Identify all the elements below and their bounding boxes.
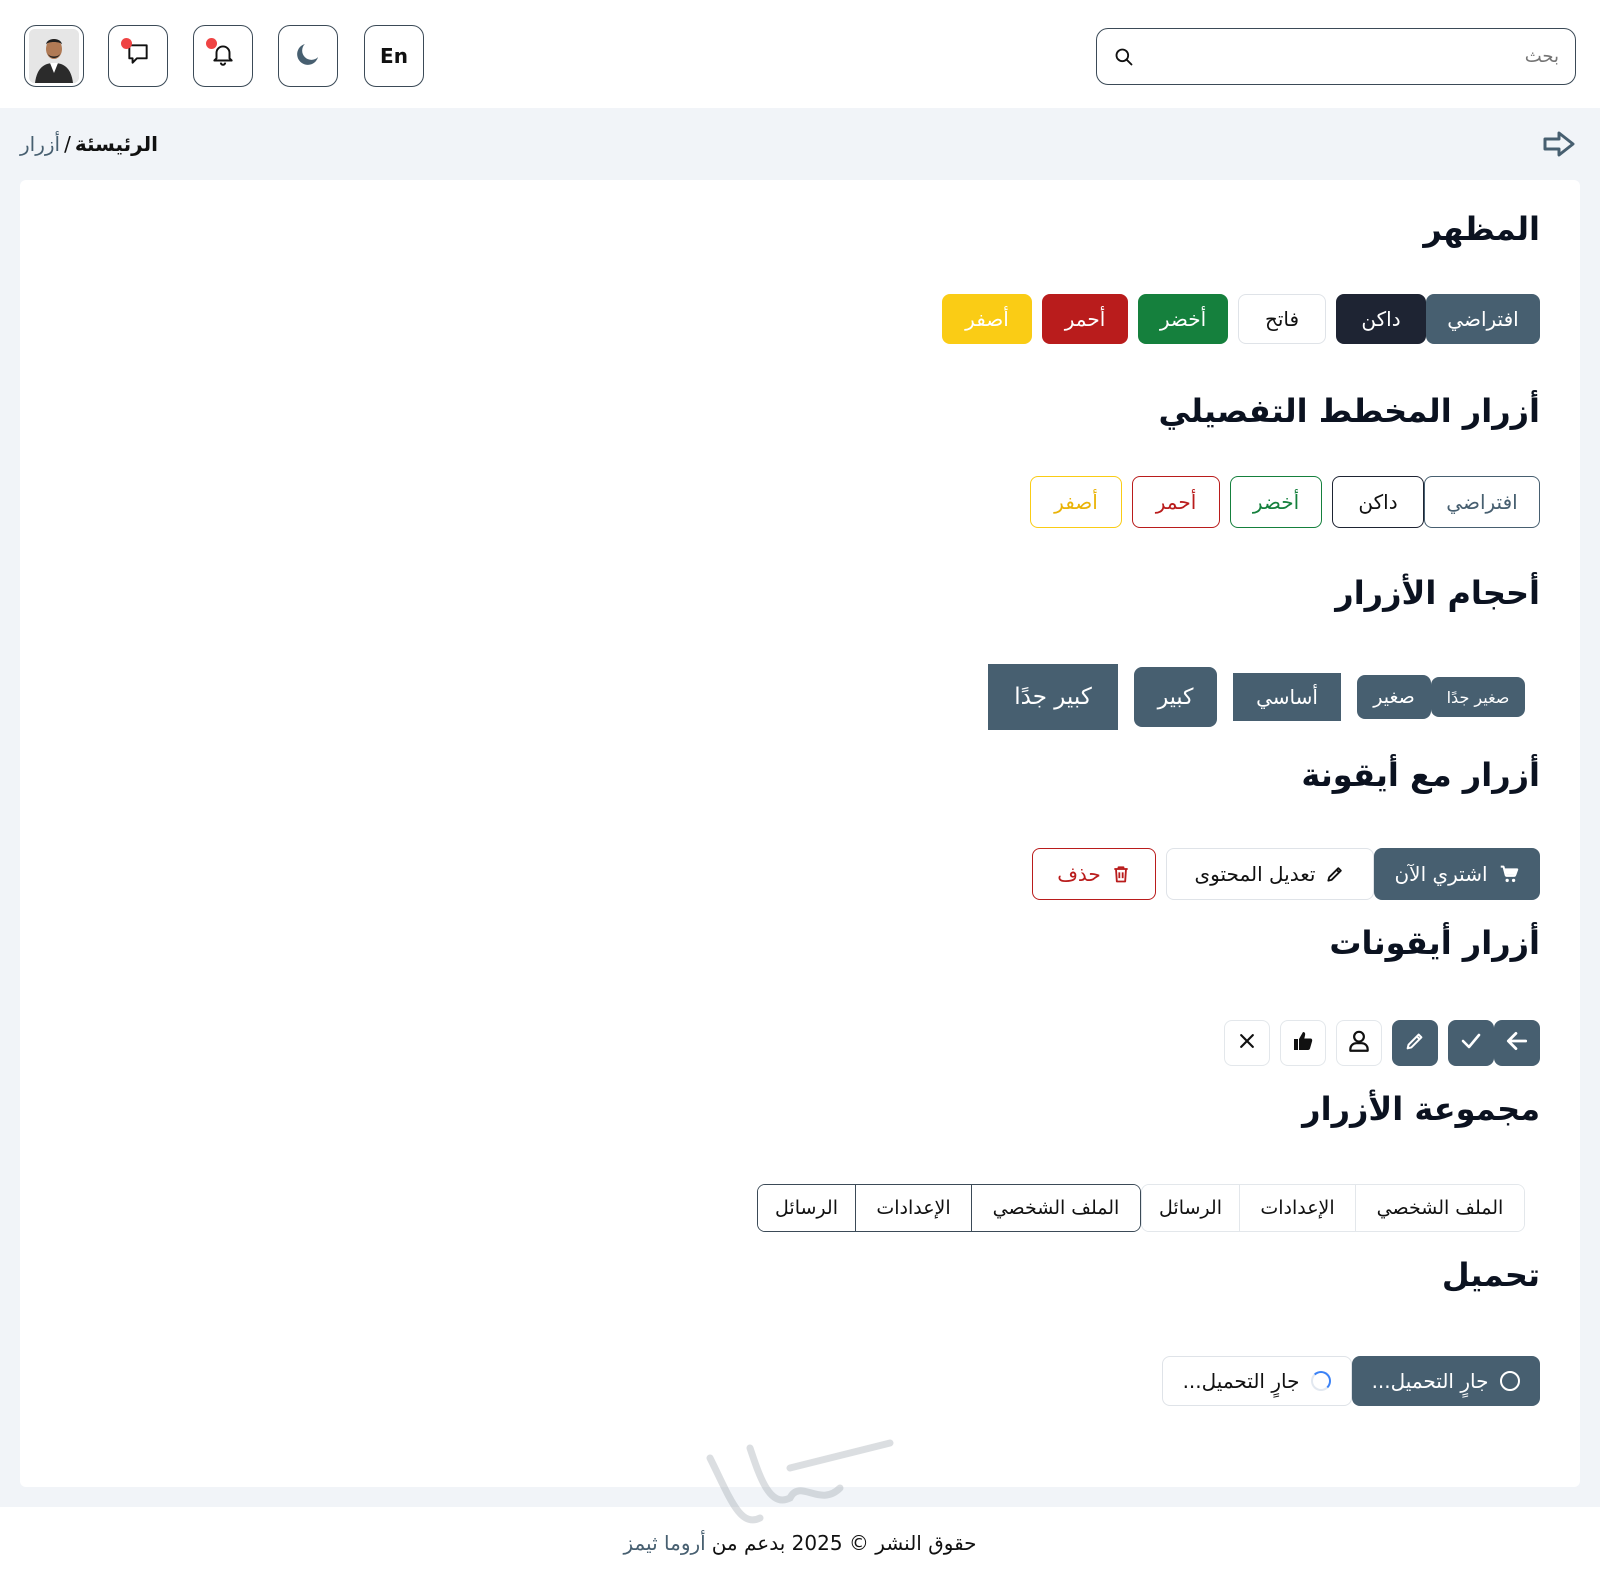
- delete-button[interactable]: حذف: [1032, 848, 1156, 900]
- breadcrumb-home[interactable]: الرئيسئة: [75, 132, 158, 156]
- spinner-icon: [1311, 1371, 1332, 1391]
- check-button[interactable]: [1448, 1020, 1494, 1066]
- user-button[interactable]: [1336, 1020, 1382, 1066]
- group-light-messages[interactable]: الرسائل: [1142, 1185, 1240, 1231]
- user-menu-button[interactable]: [24, 25, 84, 87]
- outline-default-button[interactable]: افتراضي: [1424, 476, 1540, 528]
- loading-button-light[interactable]: جارٍ التحميل...: [1162, 1356, 1352, 1406]
- notification-dot: [206, 38, 217, 49]
- loading-label-light: جارٍ التحميل...: [1182, 1369, 1300, 1393]
- green-button[interactable]: أخضر: [1138, 294, 1228, 344]
- red-button[interactable]: أحمر: [1042, 294, 1128, 344]
- edit-button[interactable]: [1392, 1020, 1438, 1066]
- spinner-icon: [1500, 1371, 1521, 1391]
- theme-toggle-button[interactable]: [278, 25, 338, 87]
- user-icon: [1346, 1028, 1372, 1058]
- base-button[interactable]: أساسي: [1233, 673, 1341, 721]
- edit-content-button[interactable]: تعديل المحتوى: [1166, 848, 1374, 900]
- breadcrumb: الرئيسئة/أزرار: [20, 132, 158, 156]
- close-button[interactable]: [1224, 1020, 1270, 1066]
- section-title-icon-buttons: أزرار أيقونات: [1329, 924, 1540, 962]
- icon-buttons-row: [1214, 1020, 1540, 1066]
- pencil-icon: [1325, 864, 1345, 884]
- check-icon: [1459, 1029, 1483, 1057]
- messages-button[interactable]: [108, 25, 168, 87]
- loading-button-filled[interactable]: جارٍ التحميل...: [1352, 1356, 1540, 1406]
- cart-icon: [1498, 863, 1520, 885]
- watermark-logo: [706, 1439, 894, 1524]
- outline-dark-button[interactable]: داكن: [1332, 476, 1424, 528]
- outline-yellow-button[interactable]: أصفر: [1030, 476, 1122, 528]
- yellow-button[interactable]: أصفر: [942, 294, 1032, 344]
- button-group-light: الملف الشخصي الإعدادات الرسائل: [1141, 1184, 1525, 1232]
- sizes-row: صغير جدًا صغير أساسي كبير كبير جدًا: [973, 664, 1525, 730]
- buy-now-button[interactable]: اشتري الآن: [1374, 848, 1540, 900]
- sm-button[interactable]: صغير: [1357, 675, 1431, 719]
- group-dark-profile[interactable]: الملف الشخصي: [972, 1185, 1140, 1231]
- notifications-button[interactable]: [193, 25, 253, 87]
- trash-icon: [1111, 863, 1131, 885]
- arrow-left-icon: [1504, 1028, 1530, 1058]
- arrow-left-button[interactable]: [1494, 1020, 1540, 1066]
- outline-red-button[interactable]: أحمر: [1132, 476, 1220, 528]
- avatar: [29, 29, 79, 83]
- search-box[interactable]: [1096, 28, 1576, 85]
- group-light-profile[interactable]: الملف الشخصي: [1356, 1185, 1524, 1231]
- search-input[interactable]: [1147, 36, 1559, 77]
- group-dark-messages[interactable]: الرسائل: [758, 1185, 856, 1231]
- dark-button[interactable]: داكن: [1336, 294, 1426, 344]
- button-groups-row: الملف الشخصي الإعدادات الرسائل الملف الش…: [743, 1184, 1525, 1232]
- edit-content-label: تعديل المحتوى: [1194, 862, 1316, 886]
- back-button[interactable]: [1542, 128, 1578, 164]
- arrow-right-icon: [1543, 129, 1577, 163]
- section-title-appearance: المظهر: [1423, 210, 1540, 248]
- icon-text-row: اشتري الآن تعديل المحتوى حذف: [1022, 848, 1540, 900]
- search-icon: [1113, 46, 1135, 68]
- delete-label: حذف: [1057, 862, 1101, 886]
- button-group-dark: الملف الشخصي الإعدادات الرسائل: [757, 1184, 1141, 1232]
- top-bar: En: [0, 0, 1600, 108]
- breadcrumb-separator: /: [64, 132, 71, 156]
- section-title-outline: أزرار المخطط التفصيلي: [1158, 392, 1540, 430]
- section-title-loading: تحميل: [1441, 1256, 1540, 1294]
- message-dot: [121, 38, 132, 49]
- breadcrumb-row: الرئيسئة/أزرار: [20, 128, 1580, 164]
- default-button[interactable]: افتراضي: [1426, 294, 1540, 344]
- section-title-group: مجموعة الأزرار: [1302, 1090, 1540, 1128]
- thumbs-up-icon: [1291, 1029, 1315, 1057]
- section-title-sizes: أحجام الأزرار: [1335, 574, 1540, 612]
- moon-icon: [293, 39, 323, 73]
- outline-row: افتراضي داكن أخضر أحمر أصفر: [1020, 476, 1540, 528]
- lg-button[interactable]: كبير: [1134, 667, 1217, 727]
- content-card: المظهر افتراضي داكن فاتح أخضر أحمر أصفر …: [20, 180, 1580, 1487]
- group-light-settings[interactable]: الإعدادات: [1240, 1185, 1356, 1231]
- xl-button[interactable]: كبير جدًا: [988, 664, 1118, 730]
- buy-now-label: اشتري الآن: [1394, 862, 1488, 886]
- section-title-with-icon: أزرار مع أيقونة: [1301, 756, 1540, 794]
- footer-link[interactable]: أروما ثيمز: [623, 1531, 705, 1555]
- language-button[interactable]: En: [364, 25, 424, 87]
- pencil-icon: [1404, 1030, 1426, 1056]
- outline-green-button[interactable]: أخضر: [1230, 476, 1322, 528]
- group-dark-settings[interactable]: الإعدادات: [856, 1185, 972, 1231]
- light-button[interactable]: فاتح: [1238, 294, 1326, 344]
- xs-button[interactable]: صغير جدًا: [1431, 677, 1525, 717]
- breadcrumb-current: أزرار: [20, 132, 61, 156]
- appearance-row: افتراضي داكن فاتح أخضر أحمر أصفر: [932, 294, 1540, 344]
- loading-row: جارٍ التحميل... جارٍ التحميل...: [1152, 1356, 1540, 1406]
- close-icon: [1237, 1031, 1257, 1055]
- language-label: En: [380, 44, 408, 68]
- loading-label-filled: جارٍ التحميل...: [1371, 1369, 1489, 1393]
- like-button[interactable]: [1280, 1020, 1326, 1066]
